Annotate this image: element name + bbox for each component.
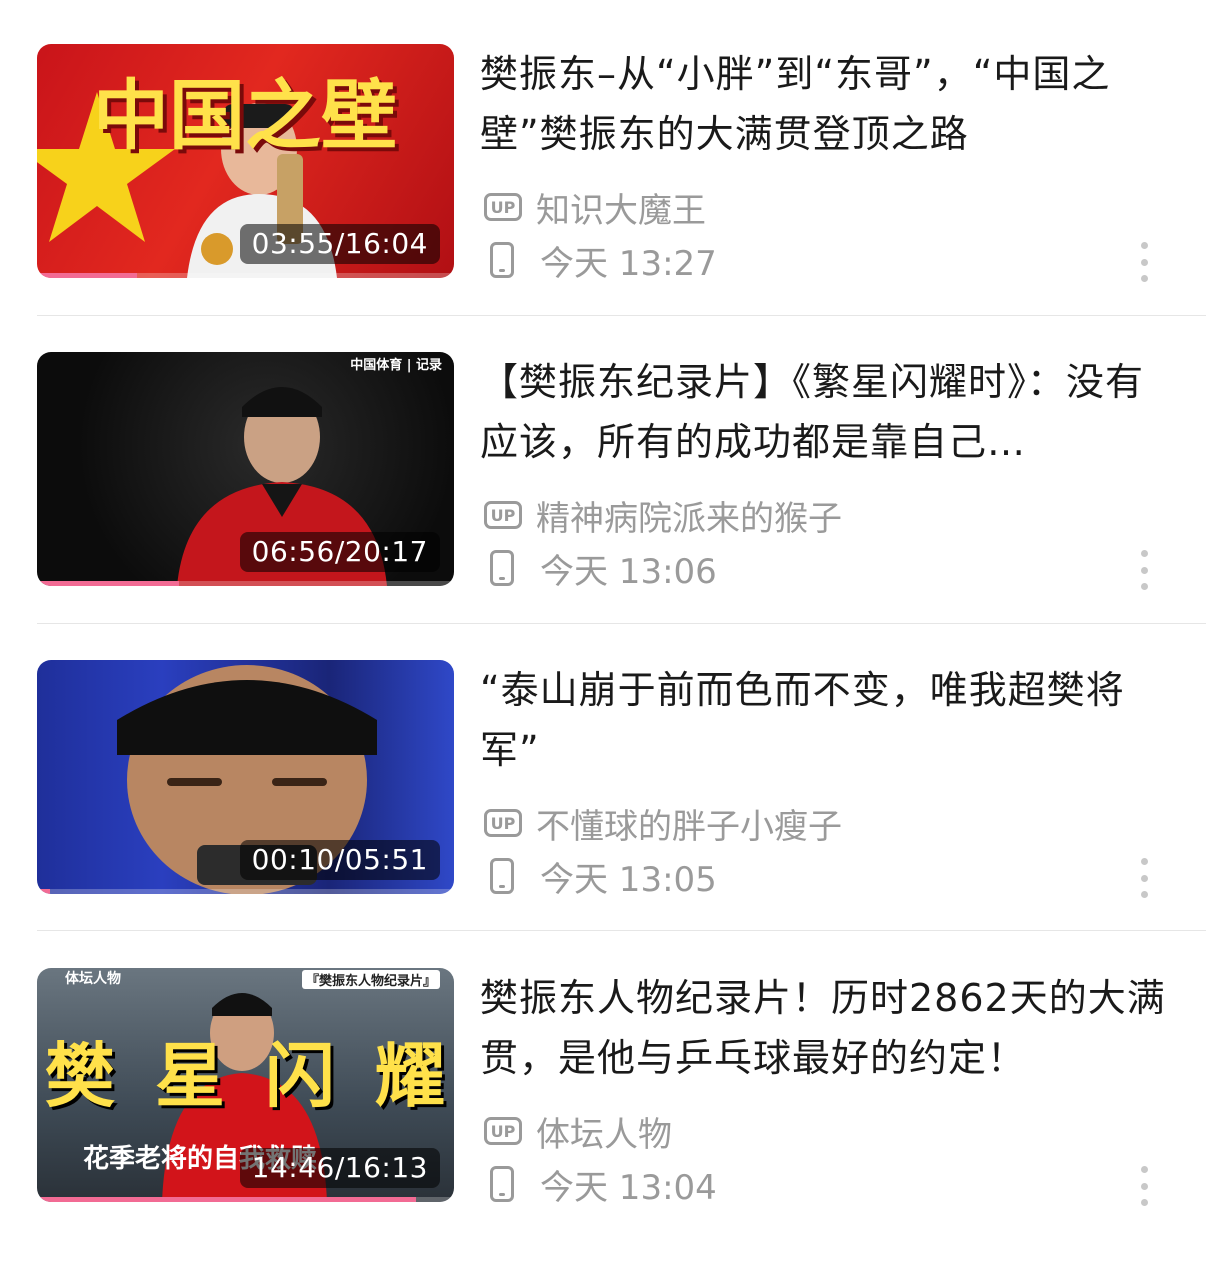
up-icon: UP [484, 193, 522, 221]
divider [37, 930, 1206, 931]
duration-label: 00:10/05:51 [239, 840, 440, 880]
brand-logo-text: 体坛人物 [65, 971, 121, 987]
divider [37, 315, 1206, 316]
duration-label: 14:46/16:13 [239, 1148, 440, 1188]
duration-label: 06:56/20:17 [239, 532, 440, 572]
phone-icon [490, 1166, 514, 1202]
watch-progress-bar [37, 273, 138, 278]
video-title[interactable]: 樊振东–从“小胖”到“东哥”，“中国之壁”樊振东的大满贯登顶之路 [480, 44, 1180, 164]
uploader-row[interactable]: UP 精神病院派来的猴子 [484, 493, 842, 539]
video-thumbnail[interactable]: 中国之壁 03:55/16:04 [37, 44, 454, 278]
uploader-row[interactable]: UP 不懂球的胖子小瘦子 [484, 801, 842, 847]
video-title[interactable]: “泰山崩于前而色而不变，唯我超樊将军” [480, 660, 1180, 780]
video-thumbnail[interactable]: 00:10/05:51 [37, 660, 454, 894]
watch-progress-bar [37, 581, 179, 586]
divider [37, 623, 1206, 624]
watch-progress-bar [37, 889, 50, 894]
more-icon[interactable] [1138, 550, 1150, 590]
uploader-row[interactable]: UP 体坛人物 [484, 1109, 672, 1155]
video-item[interactable]: 中国之壁 03:55/16:04 樊振东–从“小胖”到“东哥”，“中国之壁”樊振… [0, 44, 1206, 352]
phone-icon [490, 242, 514, 278]
uploader-row[interactable]: UP 知识大魔王 [484, 185, 706, 231]
uploader-name: 体坛人物 [536, 1114, 672, 1155]
thumbnail-title: 樊星闪耀 [45, 1035, 454, 1117]
video-thumbnail[interactable]: 中国体育 | 记录 06:56/20:17 [37, 352, 454, 586]
more-icon[interactable] [1138, 1166, 1150, 1206]
video-item[interactable]: 体坛人物 『樊振东人物纪录片』 樊星闪耀 花季老将的自我救赎 14:46/16:… [0, 968, 1206, 1276]
duration-label: 03:55/16:04 [239, 224, 440, 264]
uploader-name: 知识大魔王 [536, 190, 706, 231]
watch-time: 今天 13:06 [540, 551, 717, 592]
uploader-name: 精神病院派来的猴子 [536, 498, 842, 539]
time-row: 今天 13:27 [484, 238, 717, 284]
thumbnail-title: 中国之壁 [93, 71, 397, 160]
more-icon[interactable] [1138, 858, 1150, 898]
watch-progress-bar [37, 1197, 417, 1202]
time-row: 今天 13:05 [484, 854, 717, 900]
more-icon[interactable] [1138, 242, 1150, 282]
series-badge: 『樊振东人物纪录片』 [301, 970, 440, 989]
video-item[interactable]: 00:10/05:51 “泰山崩于前而色而不变，唯我超樊将军” UP 不懂球的胖… [0, 660, 1206, 968]
time-row: 今天 13:04 [484, 1162, 717, 1208]
video-list: 中国之壁 03:55/16:04 樊振东–从“小胖”到“东哥”，“中国之壁”樊振… [0, 0, 1206, 1240]
up-icon: UP [484, 501, 522, 529]
up-icon: UP [484, 809, 522, 837]
channel-watermark: 中国体育 | 记录 [350, 358, 442, 373]
video-item[interactable]: 中国体育 | 记录 06:56/20:17 【樊振东纪录片】《繁星闪耀时》：没有… [0, 352, 1206, 660]
time-row: 今天 13:06 [484, 546, 717, 592]
phone-icon [490, 858, 514, 894]
watch-time: 今天 13:04 [540, 1167, 717, 1208]
video-thumbnail[interactable]: 体坛人物 『樊振东人物纪录片』 樊星闪耀 花季老将的自我救赎 14:46/16:… [37, 968, 454, 1202]
video-title[interactable]: 【樊振东纪录片】《繁星闪耀时》：没有应该，所有的成功都是靠自己… [480, 352, 1180, 472]
watch-time: 今天 13:05 [540, 859, 717, 900]
watch-time: 今天 13:27 [540, 243, 717, 284]
up-icon: UP [484, 1117, 522, 1145]
video-title[interactable]: 樊振东人物纪录片！历时2862天的大满贯，是他与乒乓球最好的约定！ [480, 968, 1180, 1088]
phone-icon [490, 550, 514, 586]
uploader-name: 不懂球的胖子小瘦子 [536, 806, 842, 847]
